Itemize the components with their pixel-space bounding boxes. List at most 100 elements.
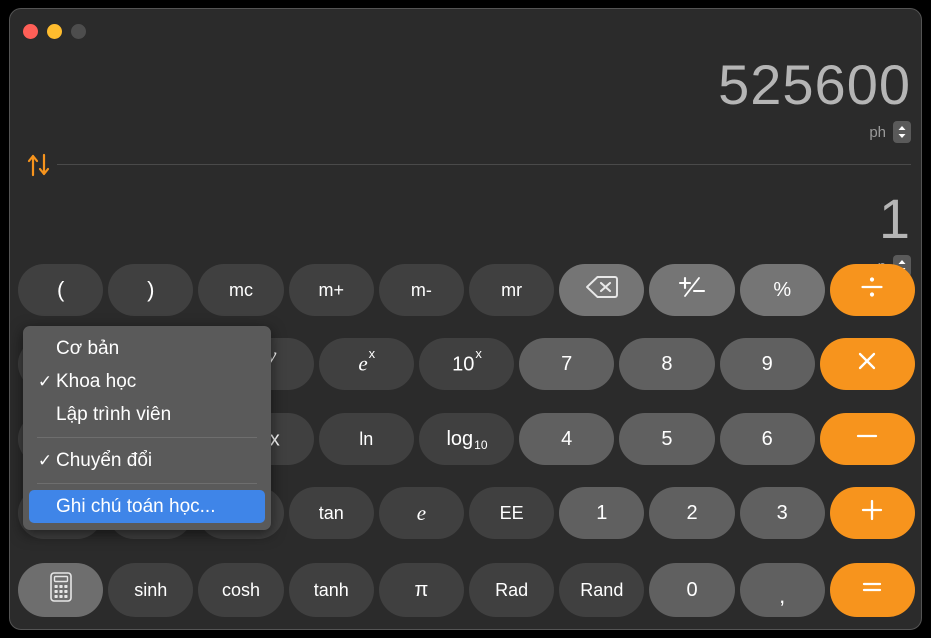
hyperbolic-cosine-key[interactable]: cosh <box>198 563 284 617</box>
radians-key[interactable]: Rad <box>469 563 555 617</box>
natural-log-key[interactable]: ln <box>318 413 414 465</box>
checkmark-icon: ✓ <box>37 371 53 391</box>
key-label: ) <box>147 277 155 302</box>
pi-key[interactable]: π <box>378 563 465 617</box>
primary-value: 525600 <box>718 53 911 116</box>
memory-recall-key[interactable]: mr <box>469 264 555 316</box>
key-label: mr <box>501 279 523 300</box>
backspace-icon <box>585 274 619 306</box>
exp-key[interactable]: ex <box>318 338 414 390</box>
digit-5-key[interactable]: 5 <box>619 413 715 465</box>
multiply-icon <box>854 348 880 381</box>
zoom-window-button <box>71 24 86 39</box>
exponent-entry-key[interactable]: EE <box>469 487 555 539</box>
equals-key[interactable] <box>829 563 916 617</box>
menu-separator <box>37 437 257 438</box>
euler-e-key[interactable]: e <box>378 487 465 539</box>
primary-unit-stepper-icon[interactable] <box>893 121 911 143</box>
key-label: , <box>779 583 786 608</box>
key-label: 10x <box>452 346 482 376</box>
mode-context-menu: Cơ bản ✓ Khoa học Lập trình viên ✓ Chuyển đổi… <box>23 326 271 530</box>
key-label: Rad <box>495 579 529 600</box>
digit-1-key[interactable]: 1 <box>559 487 645 539</box>
menu-item-basic[interactable]: Cơ bản <box>29 332 265 365</box>
display-divider <box>57 164 911 165</box>
plus-icon <box>859 497 885 530</box>
memory-clear-key[interactable]: mc <box>198 264 284 316</box>
digit-4-key[interactable]: 4 <box>519 413 615 465</box>
random-key[interactable]: Rand <box>559 563 645 617</box>
key-label: m- <box>410 279 432 300</box>
key-label: 6 <box>761 427 773 450</box>
minus-icon <box>854 423 880 456</box>
key-label: Rand <box>580 579 624 600</box>
key-label: EE <box>499 502 524 523</box>
key-label: sinh <box>134 579 168 600</box>
menu-item-label: Khoa học <box>56 370 137 392</box>
digit-7-key[interactable]: 7 <box>519 338 615 390</box>
key-label: tan <box>318 502 344 523</box>
calculator-mode-key[interactable] <box>18 563 104 617</box>
keypad-row: () mc m+ m-mr % <box>18 264 916 316</box>
ten-power-key[interactable]: 10x <box>418 338 515 390</box>
menu-item-label: Chuyển đổi <box>56 449 153 471</box>
calculator-icon <box>49 572 72 608</box>
menu-item-label: Lập trình viên <box>56 403 172 425</box>
close-window-button[interactable] <box>23 24 38 39</box>
decimal-separator-key[interactable]: , <box>739 563 825 617</box>
divide-key[interactable] <box>829 264 916 316</box>
subtract-key[interactable] <box>819 413 915 465</box>
menu-item-label: Ghi chú toán học... <box>56 495 216 517</box>
calculator-window: 525600 ph 1 n <box>9 8 922 630</box>
menu-item-convert[interactable]: ✓ Chuyển đổi <box>29 444 265 477</box>
hyperbolic-tangent-key[interactable]: tanh <box>288 563 374 617</box>
log10-key[interactable]: log10 <box>418 413 515 465</box>
backspace-key[interactable] <box>559 264 645 316</box>
percent-key[interactable]: % <box>739 264 825 316</box>
hyperbolic-sine-key[interactable]: sinh <box>108 563 194 617</box>
minimize-window-button[interactable] <box>47 24 62 39</box>
menu-item-label: Cơ bản <box>56 337 120 359</box>
primary-display: 525600 ph <box>31 57 911 143</box>
primary-unit-label: ph <box>869 123 886 141</box>
close-paren-key[interactable]: ) <box>108 264 194 316</box>
primary-unit-selector[interactable]: ph <box>31 121 911 143</box>
key-label: log10 <box>446 427 488 452</box>
key-label: 1 <box>596 501 608 524</box>
key-label: 9 <box>761 352 773 375</box>
plus-minus-key[interactable] <box>649 264 735 316</box>
key-label: 5 <box>661 427 673 450</box>
tangent-key[interactable]: tan <box>288 487 374 539</box>
key-label: m+ <box>318 279 344 300</box>
swap-vertical-icon[interactable] <box>23 151 55 179</box>
memory-subtract-key[interactable]: m- <box>378 264 465 316</box>
digit-3-key[interactable]: 3 <box>739 487 825 539</box>
key-label: 7 <box>561 352 573 375</box>
equals-icon <box>859 574 885 607</box>
key-label: 0 <box>686 578 698 601</box>
multiply-key[interactable] <box>819 338 915 390</box>
key-label: 2 <box>686 501 698 524</box>
digit-8-key[interactable]: 8 <box>619 338 715 390</box>
menu-item-programmer[interactable]: Lập trình viên <box>29 398 265 431</box>
menu-item-scientific[interactable]: ✓ Khoa học <box>29 365 265 398</box>
key-label: π <box>414 578 429 601</box>
divide-icon <box>859 274 885 307</box>
key-label: % <box>773 278 792 301</box>
key-label: cosh <box>221 579 261 600</box>
menu-separator <box>37 483 257 484</box>
open-paren-key[interactable]: ( <box>18 264 104 316</box>
digit-9-key[interactable]: 9 <box>719 338 815 390</box>
checkmark-icon: ✓ <box>37 450 53 470</box>
key-label: 8 <box>661 352 673 375</box>
menu-item-math-notes[interactable]: Ghi chú toán học... <box>29 490 265 523</box>
plus-minus-icon <box>677 274 707 306</box>
digit-0-key[interactable]: 0 <box>649 563 735 617</box>
add-key[interactable] <box>829 487 916 539</box>
key-label: ex <box>358 346 376 376</box>
digit-2-key[interactable]: 2 <box>649 487 735 539</box>
secondary-value: 1 <box>878 187 911 250</box>
key-label: e <box>416 500 427 525</box>
digit-6-key[interactable]: 6 <box>719 413 815 465</box>
memory-add-key[interactable]: m+ <box>288 264 374 316</box>
